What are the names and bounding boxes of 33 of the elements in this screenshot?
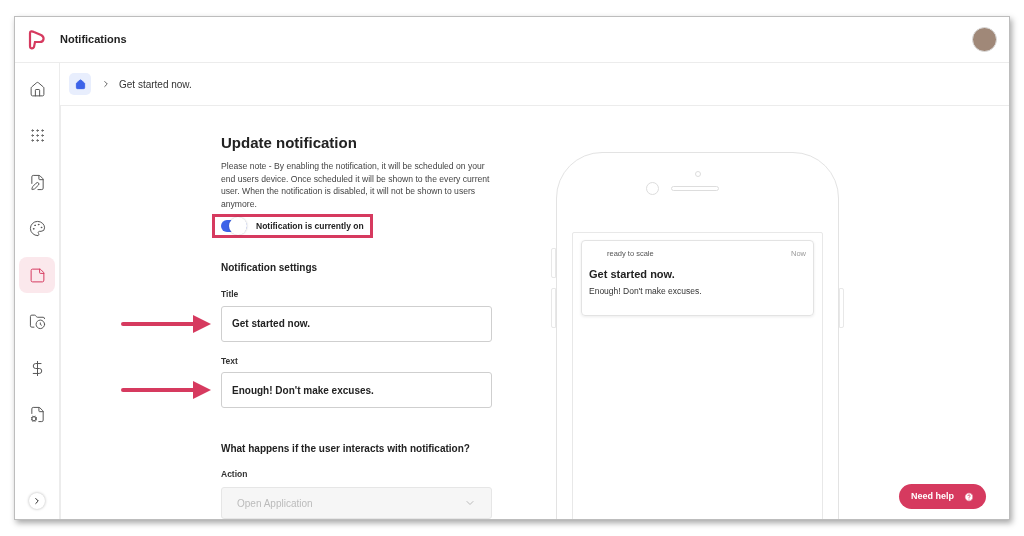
- notification-body: Enough! Don't make excuses.: [589, 284, 703, 298]
- page-title: Notifications: [60, 32, 127, 48]
- home-icon: [74, 78, 86, 90]
- note-icon: [28, 266, 46, 284]
- help-button[interactable]: Need help: [899, 484, 986, 509]
- field-label: Action: [221, 468, 249, 481]
- palette-icon: [28, 220, 46, 237]
- note-text: Please note - By enabling the notification, it will be scheduled on your end users device. Once scheduled it will be shown to the every current user. When the notification is disabled, it will not be shown to users anymore.: [221, 160, 491, 211]
- expand-button[interactable]: [29, 493, 45, 509]
- phone-speaker: [671, 186, 719, 191]
- help-icon: [964, 491, 974, 502]
- section-heading: What happens if the user interacts with notification?: [221, 442, 471, 457]
- form-heading: Update notification: [221, 134, 358, 152]
- breadcrumb-item[interactable]: Get started now.: [119, 76, 192, 92]
- sidebar-item[interactable]: [19, 257, 55, 293]
- text-field[interactable]: Enough! Don't make excuses.: [221, 372, 492, 409]
- avatar[interactable]: [972, 27, 997, 52]
- chevron-right-icon: [32, 496, 42, 506]
- home-button[interactable]: [69, 73, 91, 95]
- toggle-switch[interactable]: [221, 220, 247, 233]
- field-label: Title: [221, 287, 240, 301]
- notification-title: Get started now.: [589, 267, 676, 283]
- field-label: Text: [221, 354, 239, 368]
- logo-icon: [27, 29, 45, 50]
- file-gear-icon: [28, 406, 46, 423]
- chevron-right-icon: [101, 79, 111, 89]
- grid-icon: [28, 127, 46, 144]
- file-pen-icon: [28, 173, 46, 191]
- home-icon: [28, 80, 46, 98]
- text-field[interactable]: Get started now.: [221, 305, 492, 342]
- section-heading: Notification settings: [221, 260, 319, 275]
- folder-clock-icon: [28, 313, 46, 330]
- toggle-label: Notification is currently on: [256, 219, 364, 233]
